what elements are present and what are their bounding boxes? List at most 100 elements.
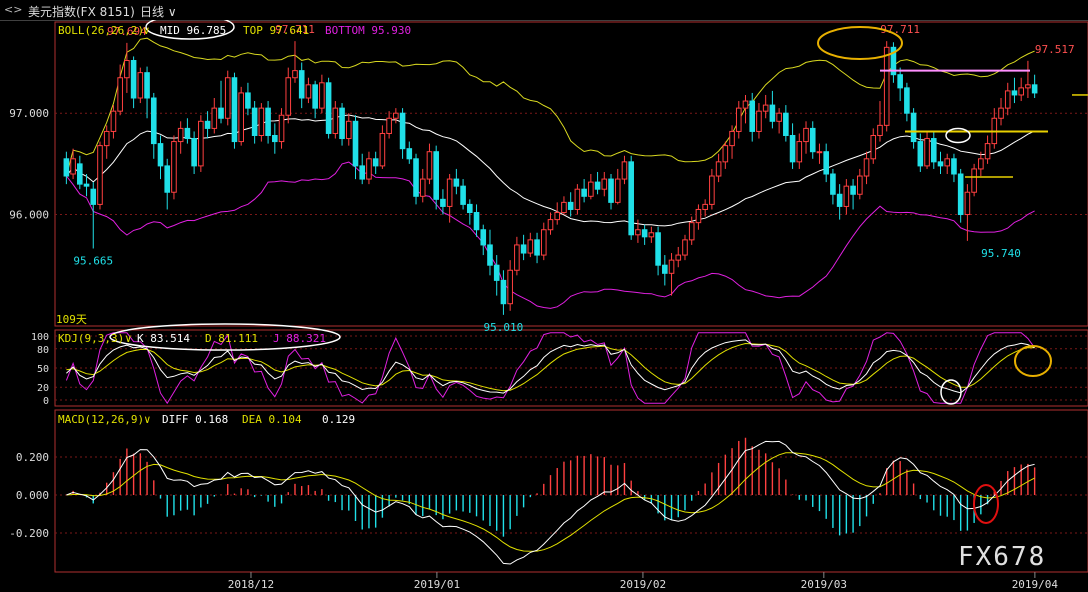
boll-bottom-line: [66, 161, 1035, 309]
date-axis-label: 2018/12: [228, 578, 274, 591]
candle-body: [63, 158, 70, 177]
candle-body: [144, 72, 150, 99]
candle-body: [836, 193, 843, 207]
kdj-axis-label: 80: [37, 345, 49, 356]
candle-body: [520, 244, 527, 254]
candle-body: [1004, 90, 1011, 109]
candle-body: [883, 46, 890, 126]
candle-body: [635, 229, 641, 236]
candle-body: [621, 161, 628, 180]
candle-body: [823, 151, 829, 175]
candle-body: [366, 158, 372, 180]
candle-body: [198, 120, 204, 167]
candle-body: [467, 203, 473, 214]
candle-body: [406, 148, 413, 160]
candle-body: [90, 188, 97, 205]
kdj-j-label: J 88.321: [273, 332, 326, 345]
kdj-overbought-ellipse: [1014, 345, 1052, 377]
candle-body: [729, 130, 735, 147]
chevron-down-icon: ∨: [164, 5, 177, 19]
candle-body: [500, 279, 507, 305]
candle-body: [433, 151, 439, 200]
candle-body: [951, 158, 957, 175]
candle-body: [534, 239, 540, 256]
kdj-axis-label: 50: [37, 364, 49, 375]
candle-body: [460, 185, 466, 205]
candle-body: [870, 134, 877, 160]
candle-body: [917, 141, 924, 167]
boll-bottom-label: BOTTOM 95.930: [325, 24, 411, 37]
boll-name[interactable]: BOLL(26,26,2): [58, 24, 144, 37]
candle-body: [843, 185, 850, 207]
candle-body: [709, 175, 715, 205]
candle-body: [776, 112, 782, 122]
candle-body: [278, 114, 285, 143]
candle-body: [554, 212, 561, 221]
candle-body: [722, 145, 729, 163]
candle-body: [211, 107, 218, 129]
candle-body: [944, 158, 951, 167]
candle-body: [897, 74, 903, 89]
candle-body: [258, 107, 265, 136]
candle-body: [164, 165, 171, 193]
macd-axis-label: 0.200: [16, 451, 49, 464]
candle-body: [339, 107, 345, 140]
boll-mid-label: MID 96.785: [160, 24, 226, 37]
kdj-name[interactable]: KDJ(9,3,3): [58, 332, 124, 345]
candle-body: [796, 141, 803, 163]
candle-body: [655, 232, 661, 266]
candle-body: [285, 77, 292, 116]
chevron-down-icon: ∨: [143, 24, 150, 37]
candle-body: [218, 107, 224, 119]
price-annotation: 95.665: [73, 254, 113, 267]
candle-body: [272, 134, 278, 143]
candle-body: [608, 178, 614, 203]
candle-body: [924, 138, 930, 167]
chart-title-bar: <> 美元指数(FX 8151) 日线 ∨: [0, 0, 1088, 21]
price-annotation: 95.010: [484, 321, 524, 334]
candle-body: [594, 181, 601, 190]
symbol-label[interactable]: 美元指数(FX 8151): [28, 3, 135, 20]
candle-body: [998, 107, 1004, 119]
candle-body: [238, 92, 244, 143]
candle-body: [830, 173, 836, 195]
candle-body: [930, 138, 937, 163]
candle-body: [298, 70, 305, 99]
candle-body: [177, 127, 184, 143]
candle-body: [1018, 87, 1024, 96]
candle-body: [453, 178, 460, 187]
candle-body: [372, 158, 379, 167]
price-annotation: 95.740: [981, 247, 1021, 260]
candle-body: [957, 173, 964, 216]
candle-body: [1025, 84, 1031, 89]
candle-body: [514, 244, 520, 271]
candle-body: [352, 120, 359, 167]
candle-body: [184, 127, 191, 140]
candle-body: [668, 259, 675, 274]
candle-body: [715, 161, 722, 177]
back-forward-icon[interactable]: <>: [4, 3, 22, 16]
candle-body: [245, 92, 251, 109]
candle-body: [204, 120, 211, 129]
candle-body: [440, 198, 446, 207]
candle-body: [493, 264, 500, 281]
candle-body: [702, 203, 708, 210]
candle-body: [117, 77, 123, 112]
candle-body: [393, 112, 399, 119]
chart-canvas[interactable]: 97.000 96.000 100 80 50 20 0 0.200 0.000 -0.200 20…: [0, 20, 1088, 592]
candle-body: [688, 222, 695, 241]
macd-axis-label: -0.200: [9, 527, 49, 540]
candle-body: [386, 117, 392, 134]
macd-dea-label: DEA 0.104: [242, 413, 302, 426]
period-label: 109天: [56, 313, 87, 326]
candle-body: [507, 269, 513, 305]
candle-body: [480, 229, 487, 246]
candle-body: [850, 185, 856, 195]
candle-body: [641, 229, 648, 238]
candle-body: [419, 178, 426, 197]
macd-name[interactable]: MACD(12,26,9): [58, 413, 144, 426]
candlesticks[interactable]: [63, 41, 1038, 315]
timeframe-dropdown[interactable]: 日线 ∨: [140, 3, 177, 20]
candle-body: [70, 158, 76, 175]
candle-body: [877, 124, 883, 136]
